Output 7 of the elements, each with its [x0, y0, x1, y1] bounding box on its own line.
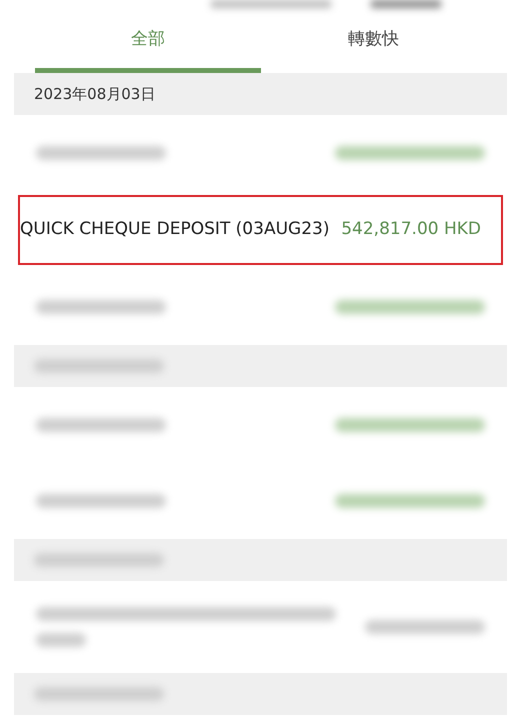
blurred-label [36, 633, 86, 647]
transaction-row[interactable]: QUICK CHEQUE DEPOSIT (03AUG23) 542,817.00 HKD [18, 195, 503, 265]
transaction-description: QUICK CHEQUE DEPOSIT (03AUG23) [20, 218, 330, 242]
blurred-element [371, 0, 441, 8]
tab[interactable]: 轉數快 [260, 12, 486, 73]
transaction-amount: 542,817.00 HKD [341, 218, 481, 242]
date-header: 2023年08月03日 [34, 84, 156, 105]
